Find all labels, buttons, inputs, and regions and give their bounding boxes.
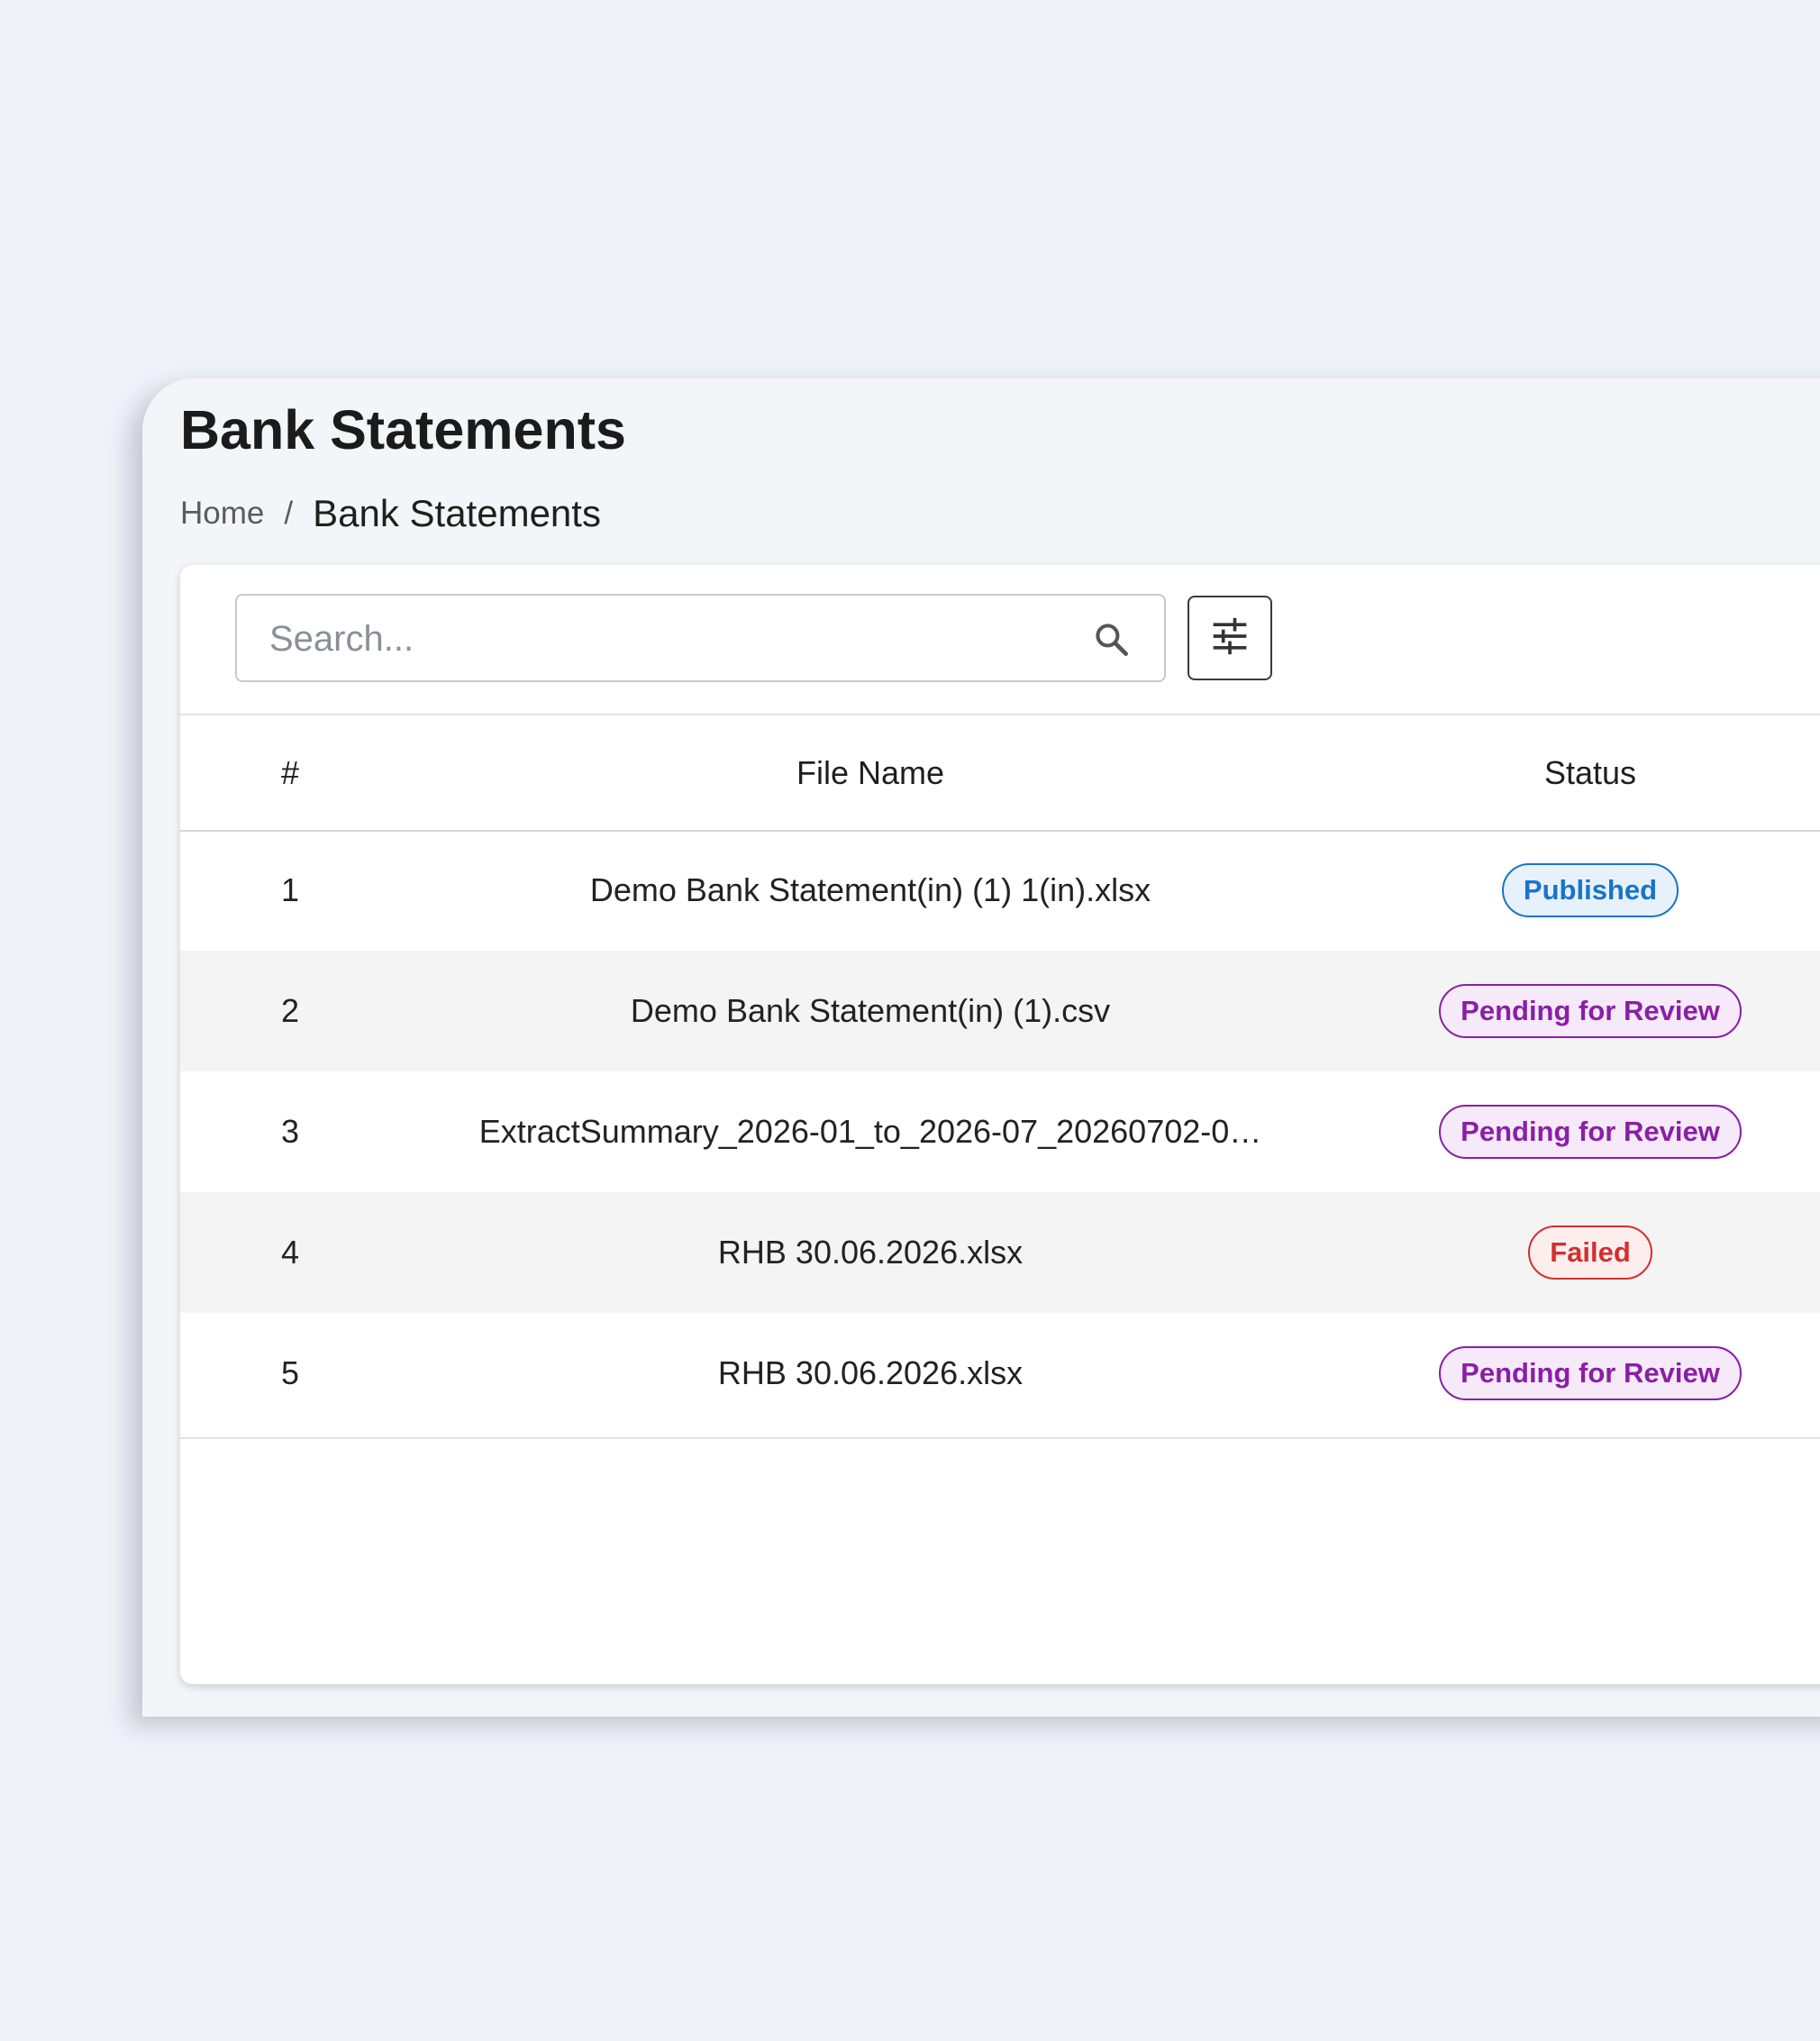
search-box[interactable] xyxy=(235,594,1166,682)
row-number: 2 xyxy=(280,992,300,1029)
statements-card: # File Name Status 1 Demo Bank Statement… xyxy=(180,565,1820,1684)
table-header: # File Name Status xyxy=(180,715,1820,832)
status-badge: Pending for Review xyxy=(1439,984,1742,1038)
table-row[interactable]: 2 Demo Bank Statement(in) (1).csv Pendin… xyxy=(180,951,1820,1071)
table-row[interactable]: 3 ExtractSummary_2026-01_to_2026-07_2026… xyxy=(180,1071,1820,1192)
table-row[interactable]: 5 RHB 30.06.2026.xlsx Pending for Review xyxy=(180,1313,1820,1434)
breadcrumb-home-link[interactable]: Home xyxy=(180,496,264,532)
breadcrumb-separator: / xyxy=(284,496,294,531)
status-badge: Published xyxy=(1501,863,1679,917)
status-badge: Pending for Review xyxy=(1439,1105,1742,1159)
status-badge: Failed xyxy=(1528,1226,1652,1280)
search-input[interactable] xyxy=(269,612,1053,666)
row-number: 3 xyxy=(280,1113,300,1150)
filter-button[interactable] xyxy=(1188,596,1272,680)
row-number: 1 xyxy=(280,871,300,908)
status-badge: Pending for Review xyxy=(1439,1346,1742,1400)
table-row[interactable]: 4 RHB 30.06.2026.xlsx Failed xyxy=(180,1192,1820,1313)
header-status[interactable]: Status xyxy=(1341,715,1820,830)
search-icon[interactable] xyxy=(1092,620,1132,660)
table-row[interactable]: 1 Demo Bank Statement(in) (1) 1(in).xlsx… xyxy=(180,830,1820,951)
row-number: 5 xyxy=(280,1354,300,1391)
table-bottom-divider xyxy=(180,1437,1820,1439)
row-file-name: ExtractSummary_2026-01_to_2026-07_202607… xyxy=(478,1113,1262,1150)
toolbar xyxy=(180,565,1820,715)
row-file-name: RHB 30.06.2026.xlsx xyxy=(717,1234,1024,1271)
breadcrumb: Home / Bank Statements xyxy=(180,492,601,535)
row-number: 4 xyxy=(280,1234,300,1271)
header-file-name[interactable]: File Name xyxy=(400,715,1341,830)
tune-icon xyxy=(1210,616,1250,661)
row-file-name: RHB 30.06.2026.xlsx xyxy=(717,1354,1024,1391)
header-number[interactable]: # xyxy=(180,715,400,830)
row-file-name: Demo Bank Statement(in) (1).csv xyxy=(630,992,1111,1029)
breadcrumb-current: Bank Statements xyxy=(313,492,601,534)
row-file-name: Demo Bank Statement(in) (1) 1(in).xlsx xyxy=(589,871,1151,908)
page-panel: Bank Statements Home / Bank Statements S… xyxy=(142,378,1820,1717)
page-title: Bank Statements xyxy=(180,399,626,460)
